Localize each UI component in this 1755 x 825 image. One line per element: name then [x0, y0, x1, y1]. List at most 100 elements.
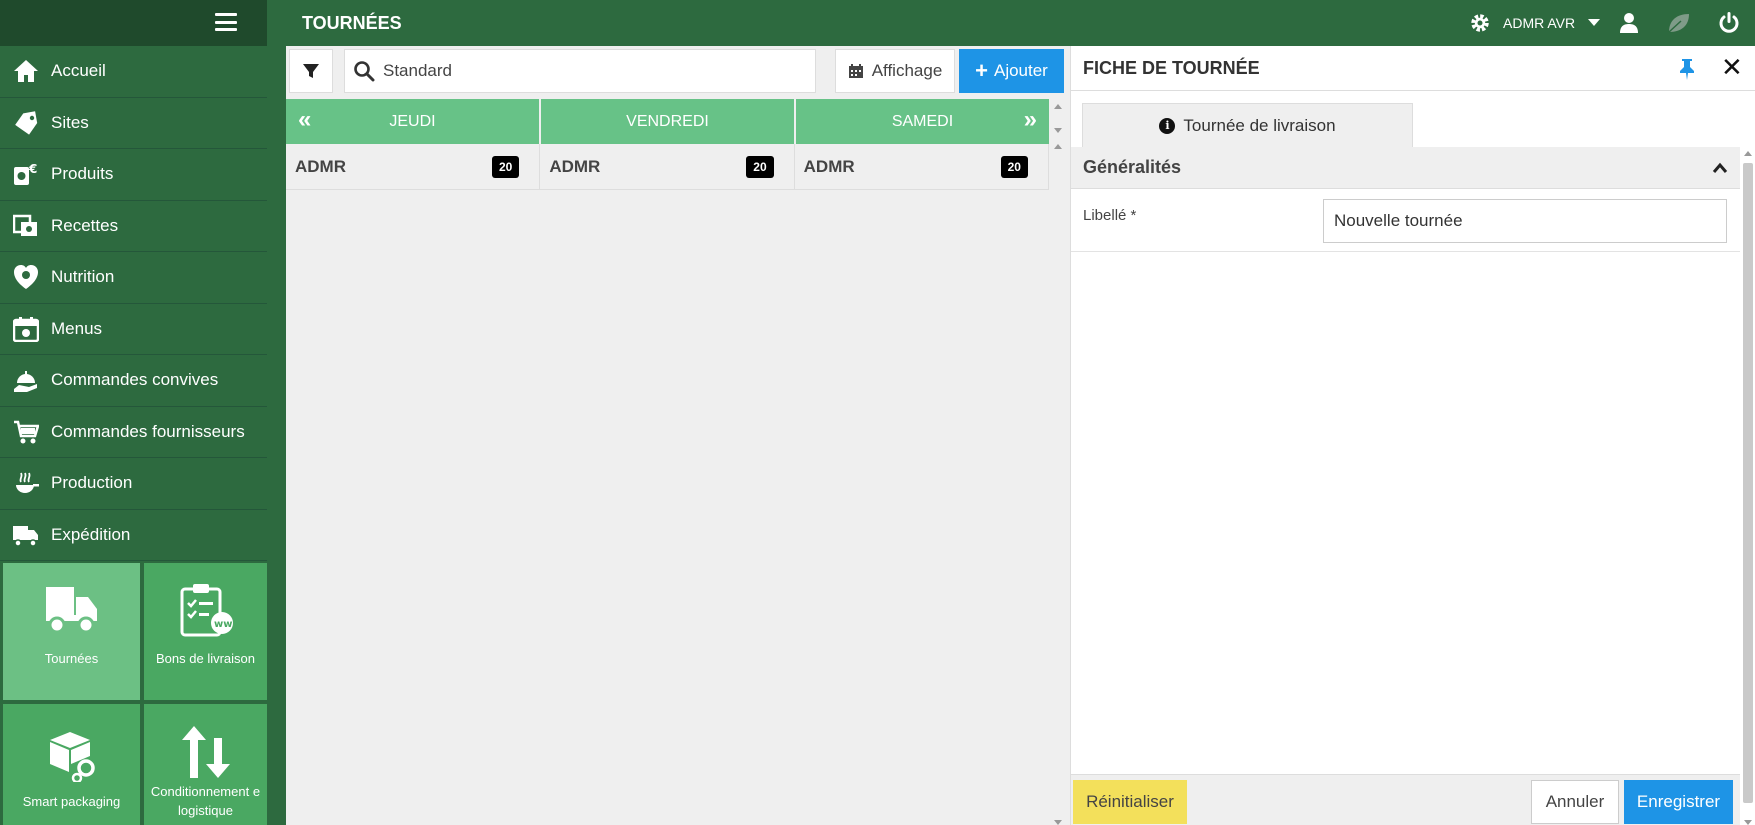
tile-label: Smart packaging [22, 794, 121, 809]
sidebar-item-accueil[interactable]: Accueil [0, 46, 267, 98]
ajouter-button[interactable]: + Ajouter [959, 49, 1064, 93]
fiche-panel: FICHE DE TOURNÉE ✕ i Tournée de livraiso… [1070, 46, 1755, 825]
close-icon[interactable]: ✕ [1721, 54, 1743, 80]
cooking-icon [12, 469, 40, 497]
scrollbar-thumb[interactable] [1743, 163, 1753, 803]
nutrition-icon [12, 263, 40, 291]
chevrons-right-icon[interactable]: » [1024, 108, 1037, 132]
sidebar-item-expedition[interactable]: Expédition [0, 510, 267, 561]
up-down-arrows-icon [144, 724, 267, 780]
home-icon [12, 57, 40, 85]
scroll-up-icon[interactable] [1054, 144, 1062, 149]
search-input[interactable]: Standard [344, 49, 816, 93]
tile-smart-packaging[interactable]: Smart packaging [3, 704, 140, 825]
sidebar-item-label: Expédition [51, 524, 131, 544]
cancel-button[interactable]: Annuler [1531, 780, 1619, 824]
tab-label: Tournée de livraison [1183, 115, 1336, 135]
affichage-label: Affichage [871, 61, 943, 80]
clipboard-icon: ww [144, 583, 267, 637]
sidebar-item-label: Produits [51, 164, 114, 184]
tile-label: Conditionnement e logistique [150, 784, 261, 818]
tag-icon [12, 109, 40, 137]
tile-label: Tournées [44, 651, 99, 666]
sidebar-item-production[interactable]: Production [0, 458, 267, 510]
sidebar-item-commandes-convives[interactable]: Commandes convives [0, 355, 267, 407]
panel-scrollbar[interactable] [1740, 151, 1754, 825]
svg-text:ww: ww [214, 619, 232, 630]
chevrons-left-icon[interactable]: « [298, 108, 311, 132]
scroll-down-icon[interactable] [1054, 128, 1062, 133]
calendar-icon [848, 64, 863, 78]
chevron-down-icon[interactable] [1588, 19, 1600, 26]
sidebar-item-label: Nutrition [51, 267, 115, 287]
scroll-up-icon[interactable] [1744, 151, 1752, 156]
sidebar-item-label: Commandes convives [51, 370, 219, 390]
sidebar-item-menus[interactable]: Menus [0, 304, 267, 355]
tournee-name: ADMR [803, 156, 855, 176]
libelle-input[interactable] [1323, 199, 1727, 243]
sidebar-item-commandes-fournisseurs[interactable]: Commandes fournisseurs [0, 407, 267, 458]
sidebar-item-recettes[interactable]: Recettes [0, 201, 267, 252]
sidebar-item-label: Recettes [51, 215, 119, 235]
hamburger-menu-icon[interactable] [215, 13, 237, 31]
search-value: Standard [383, 61, 452, 80]
planning-panel: Standard Affichage + Ajouter « JEUDI VEN… [286, 46, 1070, 825]
tournee-name: ADMR [295, 156, 346, 176]
day-column-header: SAMEDI » [796, 99, 1049, 144]
top-header: TOURNÉES ADMR AVR [267, 0, 1755, 46]
scroll-up-icon[interactable] [1054, 104, 1062, 109]
panel-title: FICHE DE TOURNÉE [1083, 58, 1260, 78]
tile-tournees[interactable]: Tournées [3, 563, 140, 700]
tournee-cell[interactable]: ADMR 20 [286, 144, 541, 190]
search-icon [354, 61, 375, 82]
tile-label: Bons de livraison [156, 651, 255, 666]
sidebar-header [0, 0, 267, 46]
gear-icon[interactable] [1469, 12, 1491, 39]
libelle-label: Libellé * [1083, 207, 1137, 224]
divider [1071, 90, 1755, 91]
info-icon: i [1159, 117, 1176, 134]
tile-bons-de-livraison[interactable]: ww Bons de livraison [144, 563, 267, 700]
panel-footer: Réinitialiser Annuler Enregistrer [1071, 774, 1740, 825]
planning-row: ADMR 20 ADMR 20 ADMR 20 [286, 144, 1049, 190]
sidebar-item-label: Sites [51, 112, 89, 132]
count-badge: 20 [491, 155, 520, 178]
day-label: SAMEDI [891, 112, 954, 130]
user-icon[interactable] [1619, 12, 1639, 39]
scroll-down-icon[interactable] [1054, 820, 1062, 825]
tournee-cell[interactable]: ADMR 20 [794, 144, 1049, 190]
app-root: Accueil Sites € Produits Recettes Nutrit… [0, 0, 1755, 825]
save-button[interactable]: Enregistrer [1624, 780, 1733, 824]
day-column-header: VENDREDI [541, 99, 796, 144]
pin-icon[interactable] [1677, 58, 1697, 85]
affichage-button[interactable]: Affichage [835, 49, 955, 93]
filter-button[interactable] [289, 49, 333, 93]
tile-conditionnement-logistique[interactable]: Conditionnement e logistique [144, 704, 267, 825]
section-generalites[interactable]: Généralités [1071, 147, 1740, 189]
reset-button[interactable]: Réinitialiser [1073, 780, 1187, 824]
chevron-up-icon[interactable] [1712, 162, 1728, 174]
day-label: JEUDI [389, 112, 436, 130]
sidebar-item-label: Accueil [51, 61, 106, 81]
shipping-icon [12, 521, 40, 549]
day-headers: « JEUDI VENDREDI SAMEDI » [286, 99, 1049, 144]
planning-scrollbar[interactable] [1052, 99, 1066, 825]
page-title: TOURNÉES [302, 13, 402, 33]
toolbar: Standard Affichage + Ajouter [286, 46, 1070, 98]
calendar-icon [12, 315, 40, 343]
products-icon: € [12, 160, 40, 188]
sidebar-item-sites[interactable]: Sites [0, 98, 267, 149]
scroll-down-icon[interactable] [1744, 820, 1752, 825]
cart-icon [12, 418, 40, 446]
sidebar-item-produits[interactable]: € Produits [0, 149, 267, 201]
tournee-cell[interactable]: ADMR 20 [540, 144, 795, 190]
user-name[interactable]: ADMR AVR [1503, 15, 1575, 31]
sidebar-item-label: Production [51, 473, 133, 493]
power-icon[interactable] [1718, 11, 1740, 40]
sidebar-item-nutrition[interactable]: Nutrition [0, 252, 267, 304]
tab-tournee-de-livraison[interactable]: i Tournée de livraison [1082, 103, 1413, 147]
sidebar-item-label: Commandes fournisseurs [51, 421, 245, 441]
leaf-icon[interactable] [1667, 12, 1691, 39]
plus-icon: + [975, 58, 988, 83]
truck-icon [3, 583, 140, 633]
